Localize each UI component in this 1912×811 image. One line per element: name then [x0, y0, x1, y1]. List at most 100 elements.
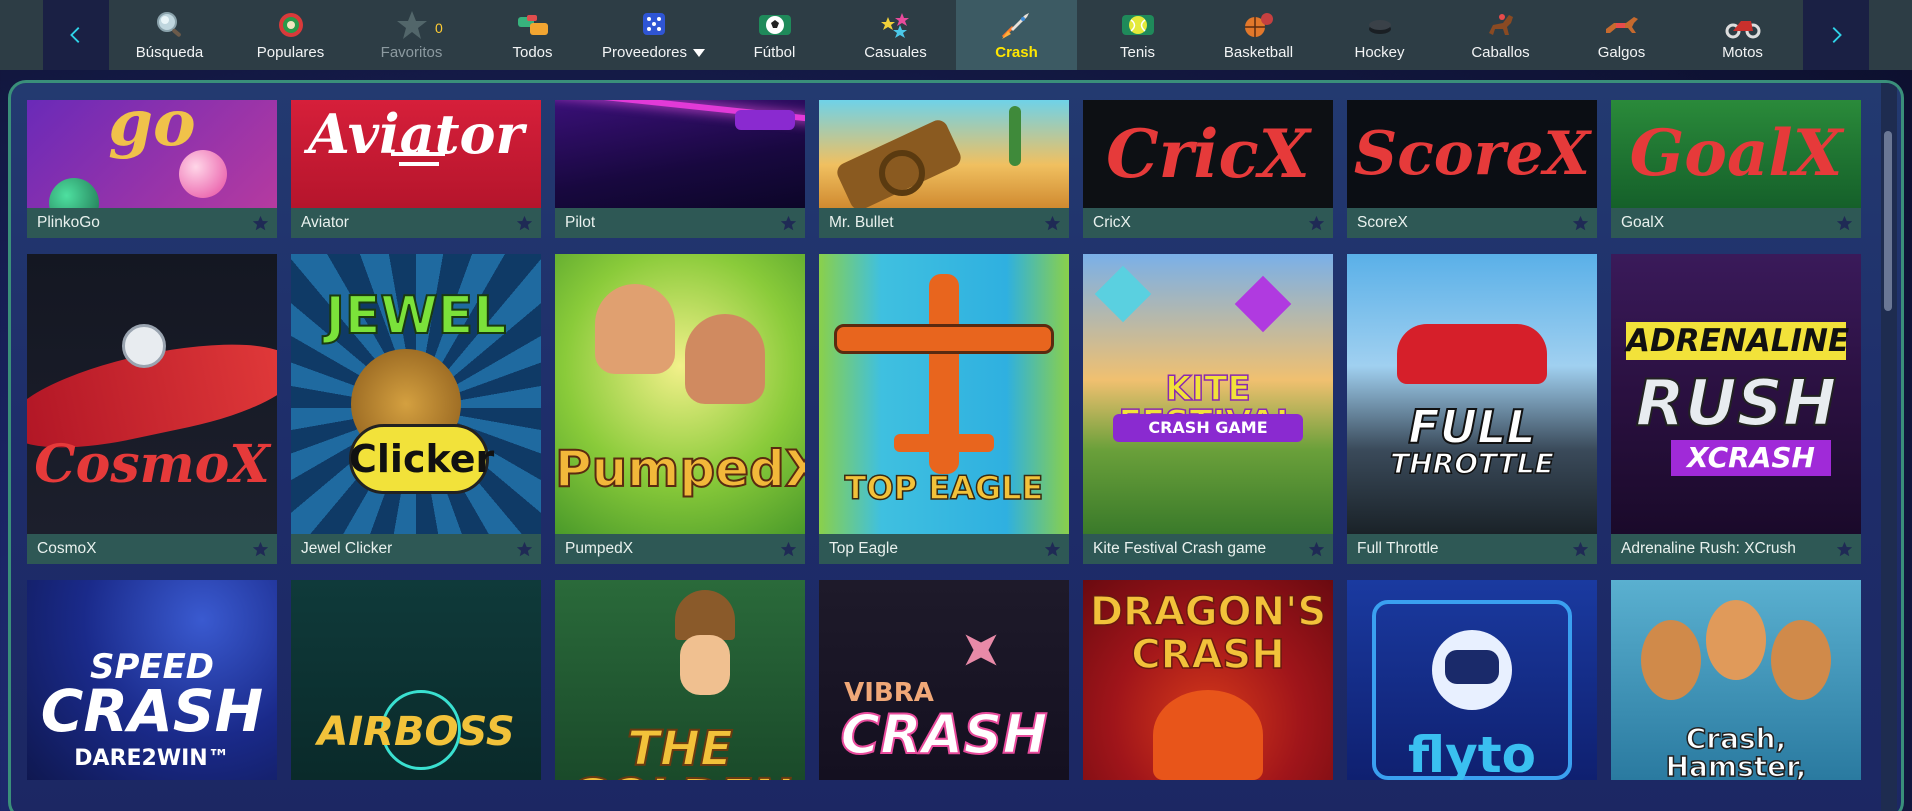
search-icon: [156, 12, 181, 37]
game-card-kite-festival[interactable]: KITE FESTIVAL CRASH GAME Kite Festival C…: [1083, 254, 1333, 564]
nav-item-galgos[interactable]: Galgos: [1561, 0, 1682, 70]
game-art: [819, 100, 1069, 208]
favorite-star-icon[interactable]: [252, 215, 269, 232]
art-text: CricX: [1106, 115, 1310, 193]
favorite-star-icon[interactable]: [1044, 215, 1061, 232]
game-caption: Jewel Clicker: [291, 534, 541, 564]
nav-label: Todos: [512, 44, 553, 61]
favorite-star-icon[interactable]: [1836, 215, 1853, 232]
game-caption: Kite Festival Crash game: [1083, 534, 1333, 564]
nav-item-proveedores[interactable]: Proveedores: [593, 0, 714, 70]
art-text-2: THROTTLE: [1389, 447, 1554, 480]
nav-items: Búsqueda Populares 0 Favoritos Todos Pro…: [109, 0, 1803, 70]
nav-item-tenis[interactable]: Tenis: [1077, 0, 1198, 70]
game-card-adrenaline-rush[interactable]: ADRENALINE RUSH XCRASH Adrenaline Rush: …: [1611, 254, 1861, 564]
game-card-full-throttle[interactable]: FULL THROTTLE Full Throttle: [1347, 254, 1597, 564]
game-card-vibra-crash[interactable]: VIBRA CRASH: [819, 580, 1069, 780]
scrollbar-thumb[interactable]: [1884, 131, 1892, 311]
stars-icon: [880, 13, 909, 38]
game-title: PlinkoGo: [37, 214, 100, 231]
art-text: AIRBOSS: [317, 709, 515, 755]
favorites-count: 0: [435, 20, 443, 36]
nav-item-caballos[interactable]: Caballos: [1440, 0, 1561, 70]
game-card-jewel-clicker[interactable]: JEWEL Clicker Jewel Clicker: [291, 254, 541, 564]
game-card-the-golden[interactable]: THE GOLDEN: [555, 580, 805, 780]
game-caption: Full Throttle: [1347, 534, 1597, 564]
game-card-scorex[interactable]: ScoreX ScoreX: [1347, 100, 1597, 238]
nav-label: Favoritos: [380, 44, 443, 61]
game-art: flyto: [1347, 580, 1597, 780]
game-art: Aviator: [291, 100, 541, 208]
game-title: ScoreX: [1357, 214, 1408, 231]
nav-item-motos[interactable]: Motos: [1682, 0, 1803, 70]
nav-item-crash[interactable]: Crash: [956, 0, 1077, 70]
football-icon: [758, 15, 791, 35]
hockey-puck-icon: [1368, 20, 1391, 34]
nav-item-casuales[interactable]: Casuales: [835, 0, 956, 70]
art-text-3: DARE2WIN™: [74, 746, 230, 771]
art-text-2: CRASH GAME: [1148, 418, 1268, 437]
game-title: Kite Festival Crash game: [1093, 540, 1267, 557]
favorite-star-icon[interactable]: [516, 541, 533, 558]
dice-icon: [642, 13, 665, 35]
game-card-dragons-crash[interactable]: DRAGON'S CRASH: [1083, 580, 1333, 780]
game-card-plinkogo[interactable]: go PlinkoGo: [27, 100, 277, 238]
game-card-pumpedx[interactable]: PumpedX PumpedX: [555, 254, 805, 564]
nav-item-todos[interactable]: Todos: [472, 0, 593, 70]
game-art: Crash, Hamster,: [1611, 580, 1861, 780]
game-card-aviator[interactable]: Aviator Aviator: [291, 100, 541, 238]
game-card-goalx[interactable]: GoalX GoalX: [1611, 100, 1861, 238]
favorite-star-icon[interactable]: [1836, 541, 1853, 558]
nav-label: Basketball: [1223, 44, 1294, 61]
game-title: Pilot: [565, 214, 596, 231]
nav-right-edge: [1868, 0, 1912, 70]
game-card-flyto[interactable]: flyto: [1347, 580, 1597, 780]
favorite-star-icon[interactable]: [1572, 215, 1589, 232]
game-card-mr-bullet[interactable]: Mr. Bullet: [819, 100, 1069, 238]
favorite-star-icon[interactable]: [780, 541, 797, 558]
game-card-cricx[interactable]: CricX CricX: [1083, 100, 1333, 238]
game-card-crash-hamster[interactable]: Crash, Hamster,: [1611, 580, 1861, 780]
game-title: Top Eagle: [829, 540, 898, 557]
favorite-star-icon[interactable]: [1572, 541, 1589, 558]
game-art: AIRBOSS: [291, 580, 541, 780]
favorite-star-icon[interactable]: [1044, 541, 1061, 558]
game-card-top-eagle[interactable]: TOP EAGLE Top Eagle: [819, 254, 1069, 564]
art-text: PumpedX: [555, 440, 805, 498]
favorite-star-icon[interactable]: [1308, 541, 1325, 558]
game-art: VIBRA CRASH: [819, 580, 1069, 780]
favorite-star-icon[interactable]: [780, 215, 797, 232]
nav-item-hockey[interactable]: Hockey: [1319, 0, 1440, 70]
game-art: [555, 100, 805, 208]
game-art: THE GOLDEN: [555, 580, 805, 780]
favorite-star-icon[interactable]: [516, 215, 533, 232]
greyhound-icon: [1605, 17, 1638, 33]
game-card-speed-crash[interactable]: SPEED CRASH DARE2WIN™: [27, 580, 277, 780]
art-text: flyto: [1408, 726, 1536, 780]
nav-next-button[interactable]: [1803, 0, 1869, 70]
game-card-pilot[interactable]: Pilot: [555, 100, 805, 238]
motorbike-icon: [1725, 21, 1760, 39]
nav-item-populares[interactable]: Populares: [230, 0, 351, 70]
game-caption: CricX: [1083, 208, 1333, 238]
games-panel: go PlinkoGo Aviator Aviator Pilot Mr. Bu…: [8, 80, 1904, 811]
games-scrollbar[interactable]: [1881, 83, 1897, 811]
art-text: ScoreX: [1353, 119, 1591, 189]
game-caption: Pilot: [555, 208, 805, 238]
game-art: CricX: [1083, 100, 1333, 208]
art-text: DRAGON'S: [1089, 589, 1327, 635]
game-art: go: [27, 100, 277, 208]
nav-item-basketball[interactable]: Basketball: [1198, 0, 1319, 70]
nav-label: Hockey: [1354, 44, 1405, 61]
nav-item-futbol[interactable]: Fútbol: [714, 0, 835, 70]
nav-prev-button[interactable]: [43, 0, 109, 70]
art-text: THE GOLDEN: [567, 721, 793, 780]
favorite-star-icon[interactable]: [1308, 215, 1325, 232]
nav-item-favoritos[interactable]: 0 Favoritos: [351, 0, 472, 70]
nav-item-busqueda[interactable]: Búsqueda: [109, 0, 230, 70]
game-title: GoalX: [1621, 214, 1665, 231]
game-card-cosmox[interactable]: CosmoX CosmoX: [27, 254, 277, 564]
game-card-airboss[interactable]: AIRBOSS: [291, 580, 541, 780]
game-art: ScoreX: [1347, 100, 1597, 208]
favorite-star-icon[interactable]: [252, 541, 269, 558]
